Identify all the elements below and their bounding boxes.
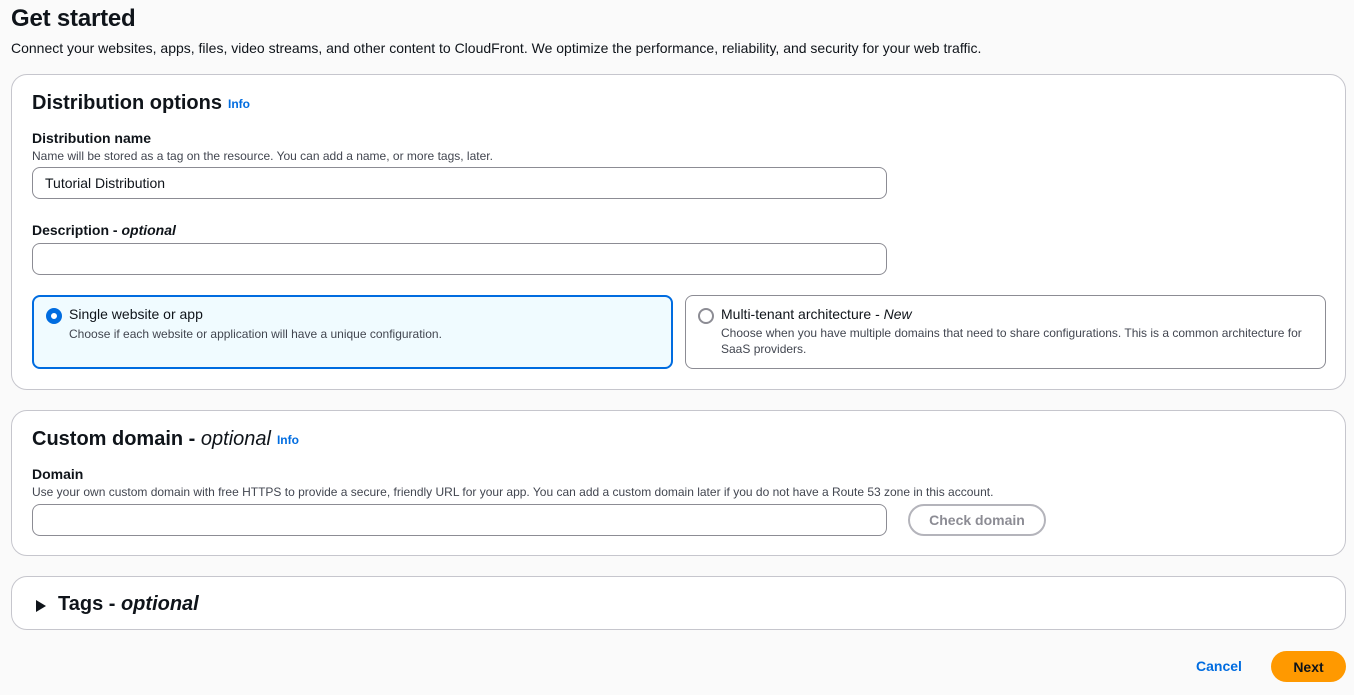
single-website-description: Choose if each website or application wi… (69, 327, 442, 341)
domain-label: Domain (32, 466, 84, 482)
radio-selected-icon[interactable] (46, 308, 62, 324)
description-optional-text: optional (121, 222, 176, 238)
custom-domain-heading: Custom domain - optional Info (32, 428, 299, 451)
domain-description: Use your own custom domain with free HTT… (32, 485, 994, 499)
single-website-title: Single website or app (69, 306, 203, 322)
check-domain-button[interactable]: Check domain (908, 504, 1046, 536)
next-button[interactable]: Next (1271, 651, 1346, 682)
custom-domain-title: Custom domain - (32, 428, 201, 450)
page-title: Get started (11, 5, 136, 32)
tags-optional-text: optional (120, 593, 199, 615)
distribution-options-card: Distribution options Info Distribution na… (11, 74, 1346, 390)
custom-domain-info-link[interactable]: Info (277, 433, 299, 447)
description-label: Description - optional (32, 222, 176, 238)
distribution-options-heading: Distribution options Info (32, 92, 250, 115)
distribution-name-label: Distribution name (32, 130, 152, 146)
distribution-options-title: Distribution options (32, 92, 222, 114)
page-subtitle: Connect your websites, apps, files, vide… (11, 40, 982, 56)
distribution-options-info-link[interactable]: Info (228, 97, 250, 111)
new-badge-text: New (883, 306, 912, 322)
description-label-text: Description - (32, 222, 122, 238)
tags-title: Tags - (58, 593, 121, 615)
radio-tile-multi-tenant[interactable]: Multi-tenant architecture - New Choose w… (685, 295, 1326, 369)
multi-tenant-title: Multi-tenant architecture - New (721, 306, 912, 322)
tags-heading[interactable]: Tags - optional (58, 593, 199, 616)
tags-card[interactable]: Tags - optional (11, 576, 1346, 630)
radio-unselected-icon[interactable] (698, 308, 714, 324)
expand-caret-icon[interactable] (36, 600, 46, 612)
description-input[interactable] (32, 243, 887, 275)
multi-tenant-description: Choose when you have multiple domains th… (721, 326, 1302, 356)
cancel-button[interactable]: Cancel (1189, 651, 1249, 681)
distribution-name-input[interactable] (32, 167, 887, 199)
multi-tenant-title-text: Multi-tenant architecture - (721, 306, 884, 322)
distribution-name-description: Name will be stored as a tag on the reso… (32, 149, 493, 163)
radio-tile-single-website[interactable]: Single website or app Choose if each web… (32, 295, 673, 369)
custom-domain-card: Custom domain - optional Info Domain Use … (11, 410, 1346, 556)
custom-domain-optional-text: optional (200, 428, 271, 450)
domain-input[interactable] (32, 504, 887, 536)
